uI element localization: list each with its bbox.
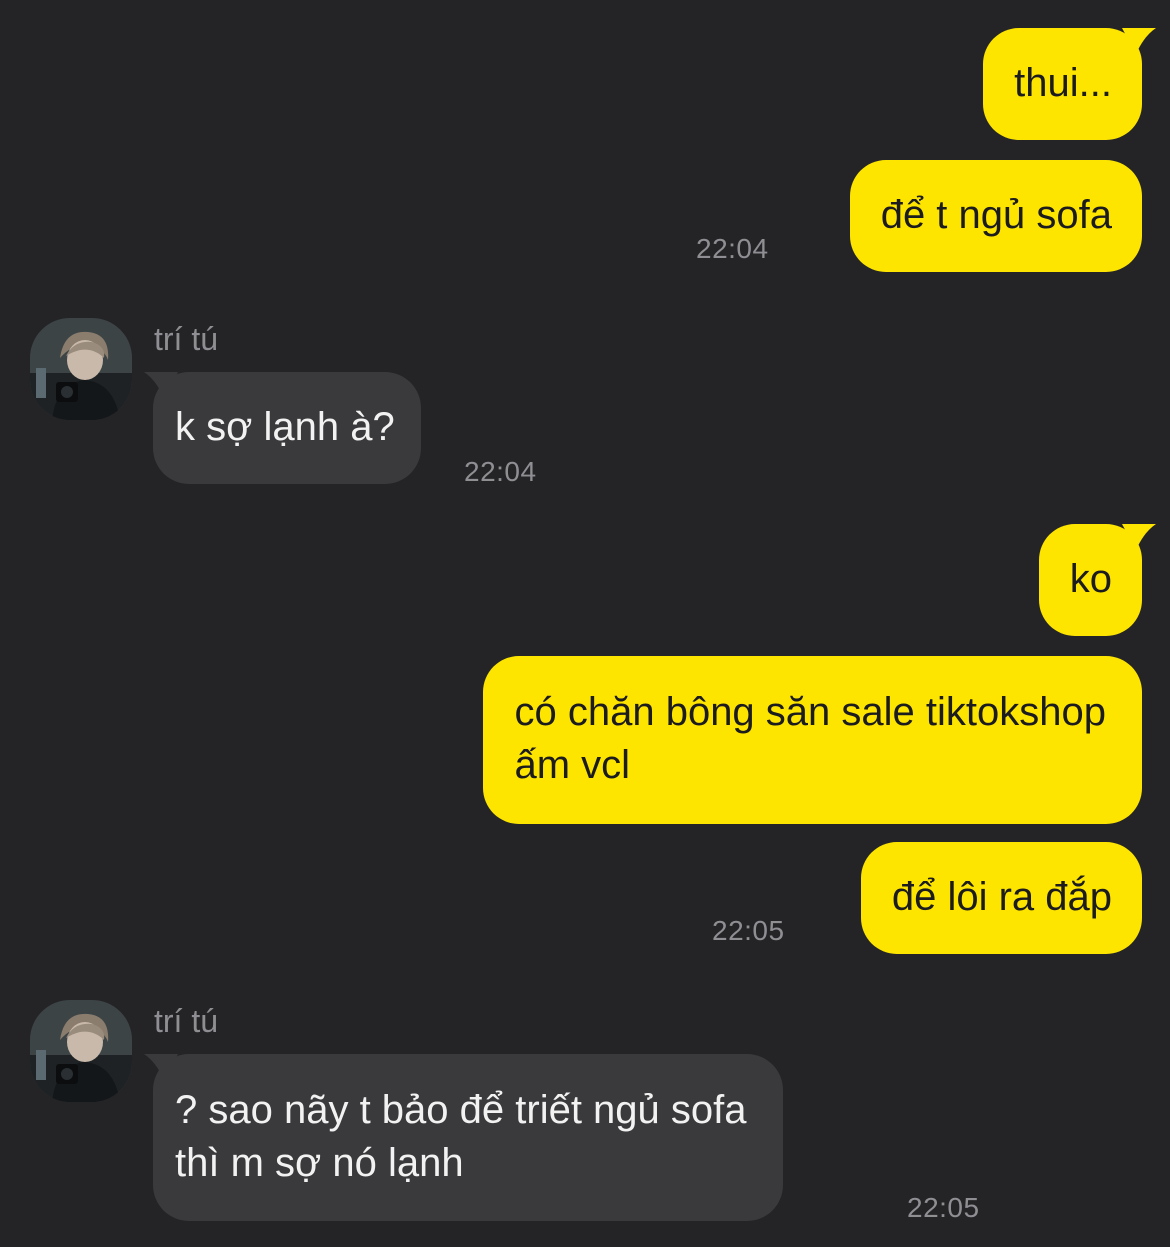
profile-photo-icon xyxy=(30,1000,132,1102)
message-text: để t ngủ sofa xyxy=(880,193,1112,237)
message-text: k sợ lạnh à? xyxy=(175,405,395,449)
incoming-message-bubble[interactable]: k sợ lạnh à? xyxy=(153,372,421,484)
message-text: thui... xyxy=(1014,61,1112,105)
message-text: để lôi ra đắp xyxy=(891,875,1112,919)
message-timestamp: 22:04 xyxy=(696,233,769,264)
bubble-tail-icon xyxy=(1122,28,1156,54)
message-text-line: có chăn bông săn sale tiktokshop xyxy=(514,690,1106,734)
outgoing-message-bubble[interactable]: để lôi ra đắp xyxy=(860,842,1142,954)
outgoing-message-bubble[interactable]: để t ngủ sofa xyxy=(849,160,1142,272)
profile-photo-icon xyxy=(30,318,132,420)
bubble-tail-icon xyxy=(1122,524,1156,550)
incoming-message-bubble[interactable]: ? sao nãy t bảo để triết ngủ sofa thì m … xyxy=(153,1054,783,1221)
outgoing-message-bubble[interactable]: có chăn bông săn sale tiktokshop ấm vcl xyxy=(483,656,1142,824)
message-text: ko xyxy=(1069,557,1112,601)
outgoing-message-bubble[interactable]: thui... xyxy=(983,28,1142,140)
message-text-line: ấm vcl xyxy=(514,743,631,787)
sender-name: trí tú xyxy=(154,1003,219,1039)
message-text-line: thì m sợ nó lạnh xyxy=(175,1141,464,1185)
message-timestamp: 22:04 xyxy=(464,456,537,487)
chat-thread[interactable]: thui... để t ngủ sofa 22:04 trí tú k sợ … xyxy=(0,0,1170,1247)
avatar[interactable] xyxy=(30,1000,132,1102)
message-timestamp: 22:05 xyxy=(907,1192,980,1223)
message-timestamp: 22:05 xyxy=(712,915,785,946)
avatar[interactable] xyxy=(30,318,132,420)
message-text-line: ? sao nãy t bảo để triết ngủ sofa xyxy=(175,1088,747,1132)
sender-name: trí tú xyxy=(154,321,219,357)
